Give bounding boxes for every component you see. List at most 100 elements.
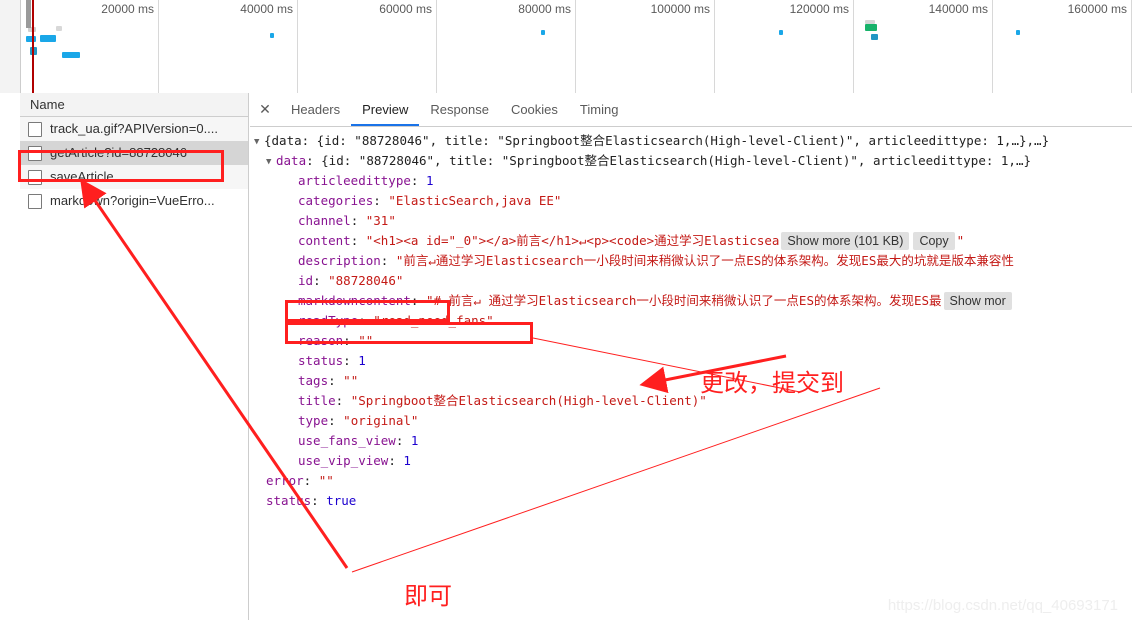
timeline-request-bar (1016, 30, 1020, 35)
timeline-request-bar (26, 36, 36, 42)
netlist-gutter (0, 93, 20, 620)
json-preview-tree[interactable]: ▼ {data: {id: "88728046", title: "Springb… (250, 126, 1132, 620)
checkbox-icon[interactable] (28, 121, 42, 137)
json-row: error: "" (250, 471, 1132, 491)
json-row: channel: "31" (250, 211, 1132, 231)
timeline-request-bar (865, 24, 877, 31)
tab-timing[interactable]: Timing (569, 94, 630, 126)
json-value: 1 (358, 353, 366, 368)
json-separator: : (373, 193, 389, 208)
timeline-tick-cell: 120000 ms (715, 0, 854, 93)
json-row: reason: "" (250, 331, 1132, 351)
request-row-name: getArticle?id=88728046 (50, 145, 187, 160)
json-key: readType (298, 313, 359, 328)
json-separator: : (313, 273, 329, 288)
checkbox-icon[interactable] (28, 145, 42, 161)
tab-preview[interactable]: Preview (351, 94, 419, 126)
json-value: "前言↵通过学习Elasticsearch一小段时间来稍微认识了一点ES的体系架… (395, 253, 1014, 268)
detail-tabs: Headers Preview Response Cookies Timing (280, 94, 629, 126)
timeline-tick-label: 20000 ms (101, 2, 154, 16)
json-separator: : (335, 393, 351, 408)
request-row[interactable]: saveArticle (20, 165, 248, 189)
json-separator: : (350, 233, 366, 248)
timeline-tick-cell: 160000 ms (993, 0, 1132, 93)
json-separator: : (311, 493, 327, 508)
request-row-name: markdown?origin=VueErro... (50, 193, 215, 208)
json-row: use_fans_view: 1 (250, 431, 1132, 451)
json-separator: : (343, 353, 359, 368)
checkbox-icon[interactable] (28, 193, 42, 209)
json-root-summary: {data: {id: "88728046", title: "Springbo… (264, 133, 1050, 148)
json-row: readType: "read_need_fans" (250, 311, 1132, 331)
json-key: title (298, 393, 336, 408)
request-row[interactable]: markdown?origin=VueErro... (20, 189, 248, 213)
show-more-button[interactable]: Show mor (943, 292, 1012, 310)
json-key: reason (298, 333, 344, 348)
json-key: id (298, 273, 314, 288)
checkbox-icon[interactable] (28, 169, 42, 185)
json-row: ▼ data: {id: "88728046", title: "Springbo… (250, 151, 1132, 171)
timeline-request-bar (40, 35, 56, 42)
json-separator: : (350, 213, 366, 228)
timeline-request-bar (871, 34, 878, 40)
timeline-red-marker (32, 0, 34, 93)
timeline-tick-cell: 80000 ms (437, 0, 576, 93)
json-separator: : (395, 433, 411, 448)
request-list[interactable]: Name track_ua.gif?APIVersion=0.... getArt… (20, 93, 249, 620)
timeline-left-gutter (0, 0, 21, 93)
tab-cookies[interactable]: Cookies (500, 94, 569, 126)
json-separator: : (328, 373, 344, 388)
json-row: description: "前言↵通过学习Elasticsearch一小段时间来… (250, 251, 1132, 271)
json-key: content (298, 233, 351, 248)
json-row: title: "Springboot整合Elasticsearch(High-l… (250, 391, 1132, 411)
tab-headers[interactable]: Headers (280, 94, 351, 126)
json-key: use_fans_view (298, 433, 396, 448)
json-value: 1 (403, 453, 411, 468)
close-icon[interactable]: ✕ (250, 94, 280, 126)
json-value: 1 (410, 433, 419, 448)
watermark: https://blog.csdn.net/qq_40693171 (887, 597, 1118, 614)
json-row: use_vip_view: 1 (250, 451, 1132, 471)
json-row: status: true (250, 491, 1132, 511)
json-key: type (298, 413, 329, 428)
timeline-request-bar (62, 52, 80, 58)
json-key: categories (298, 193, 374, 208)
json-separator: : (328, 413, 344, 428)
panel-split: Name track_ua.gif?APIVersion=0.... getArt… (0, 93, 1132, 620)
timeline-tick-label: 100000 ms (650, 2, 710, 16)
json-value: true (326, 493, 357, 508)
json-value: "88728046" (328, 273, 404, 288)
timeline-tick-cell: 60000 ms (298, 0, 437, 93)
json-value: "# 前言↵ 通过学习Elasticsearch一小段时间来稍微认识了一点ES的… (425, 293, 942, 308)
json-value-summary: : {id: "88728046", title: "Springboot整合E… (306, 153, 1031, 168)
json-key: description (298, 253, 381, 268)
timeline-request-bar (541, 30, 545, 35)
request-row-name: saveArticle (50, 169, 114, 184)
timeline-tick-label: 60000 ms (379, 2, 432, 16)
disclosure-triangle-icon: ▼ (254, 137, 260, 147)
devtools-network-panel: 20000 ms 40000 ms 60000 ms 80000 ms 100000 m… (0, 0, 1132, 620)
timeline-scrub-handle[interactable] (26, 0, 31, 28)
request-row[interactable]: getArticle?id=88728046 (20, 141, 248, 165)
json-key: status (266, 493, 312, 508)
json-separator: : (303, 473, 319, 488)
copy-button[interactable]: Copy (913, 232, 955, 250)
json-key: channel (298, 213, 351, 228)
show-more-button[interactable]: Show more (101 KB) (781, 232, 910, 250)
request-detail-pane: ✕ Headers Preview Response Cookies Timing ▼ {… (250, 93, 1132, 620)
json-value: "" (343, 373, 359, 388)
request-list-rows: track_ua.gif?APIVersion=0.... getArticle?… (20, 117, 248, 213)
json-value: "ElasticSearch,java EE" (388, 193, 562, 208)
tab-response[interactable]: Response (419, 94, 500, 126)
json-row: id: "88728046" (250, 271, 1132, 291)
json-row: content: "<h1><a id="_0"></a>前言</h1>↵<p>… (250, 231, 1132, 251)
request-list-header-name[interactable]: Name (20, 93, 248, 117)
timeline-tick-cell: 100000 ms (576, 0, 715, 93)
timeline-request-bar (779, 30, 783, 35)
json-row: categories: "ElasticSearch,java EE" (250, 191, 1132, 211)
request-row[interactable]: track_ua.gif?APIVersion=0.... (20, 117, 248, 141)
json-value: "read_need_fans" (373, 313, 494, 328)
network-timeline-overview[interactable]: 20000 ms 40000 ms 60000 ms 80000 ms 100000 m… (0, 0, 1132, 94)
json-value-tail: " (956, 233, 965, 248)
timeline-tick-label: 80000 ms (518, 2, 571, 16)
